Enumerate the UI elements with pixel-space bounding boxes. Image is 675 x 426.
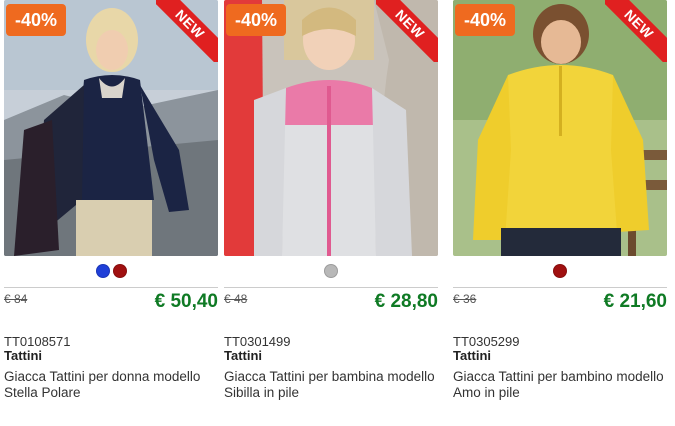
divider bbox=[453, 287, 667, 288]
discount-badge: -40% bbox=[455, 4, 515, 36]
sale-price: € 21,60 bbox=[603, 291, 667, 312]
product-brand: Tattini bbox=[224, 348, 263, 363]
new-ribbon: NEW bbox=[376, 0, 438, 62]
product-sku: TT0305299 bbox=[453, 334, 520, 349]
color-swatch[interactable] bbox=[112, 264, 127, 278]
divider bbox=[4, 287, 218, 288]
color-swatch[interactable] bbox=[324, 264, 338, 278]
old-price: € 36 bbox=[453, 292, 477, 306]
product-grid: -40% NEW € 84 € 50,40 TT0108571 Tattini … bbox=[0, 0, 675, 426]
color-swatches bbox=[4, 264, 218, 278]
color-swatch[interactable] bbox=[95, 264, 110, 278]
color-swatch[interactable] bbox=[553, 264, 567, 278]
product-card[interactable]: -40% NEW € 36 € 21,60 TT0305299 Tattini … bbox=[453, 0, 667, 426]
old-price: € 84 bbox=[4, 292, 28, 306]
product-sku: TT0301499 bbox=[224, 334, 291, 349]
product-brand: Tattini bbox=[4, 348, 43, 363]
color-swatches bbox=[224, 264, 438, 278]
product-title-link[interactable]: Giacca Tattini per donna modello Stella … bbox=[4, 369, 218, 401]
discount-badge: -40% bbox=[6, 4, 66, 36]
new-ribbon: NEW bbox=[156, 0, 218, 62]
product-title-link[interactable]: Giacca Tattini per bambina modello Sibil… bbox=[224, 369, 438, 401]
product-sku: TT0108571 bbox=[4, 334, 71, 349]
product-brand: Tattini bbox=[453, 348, 492, 363]
product-title-link[interactable]: Giacca Tattini per bambino modello Amo i… bbox=[453, 369, 667, 401]
new-ribbon: NEW bbox=[605, 0, 667, 62]
divider bbox=[224, 287, 438, 288]
product-card[interactable]: -40% NEW € 84 € 50,40 TT0108571 Tattini … bbox=[4, 0, 218, 426]
product-card[interactable]: -40% NEW € 48 € 28,80 TT0301499 Tattini … bbox=[224, 0, 438, 426]
sale-price: € 50,40 bbox=[154, 291, 218, 312]
old-price: € 48 bbox=[224, 292, 248, 306]
discount-badge: -40% bbox=[226, 4, 286, 36]
color-swatches bbox=[453, 264, 667, 278]
sale-price: € 28,80 bbox=[374, 291, 438, 312]
